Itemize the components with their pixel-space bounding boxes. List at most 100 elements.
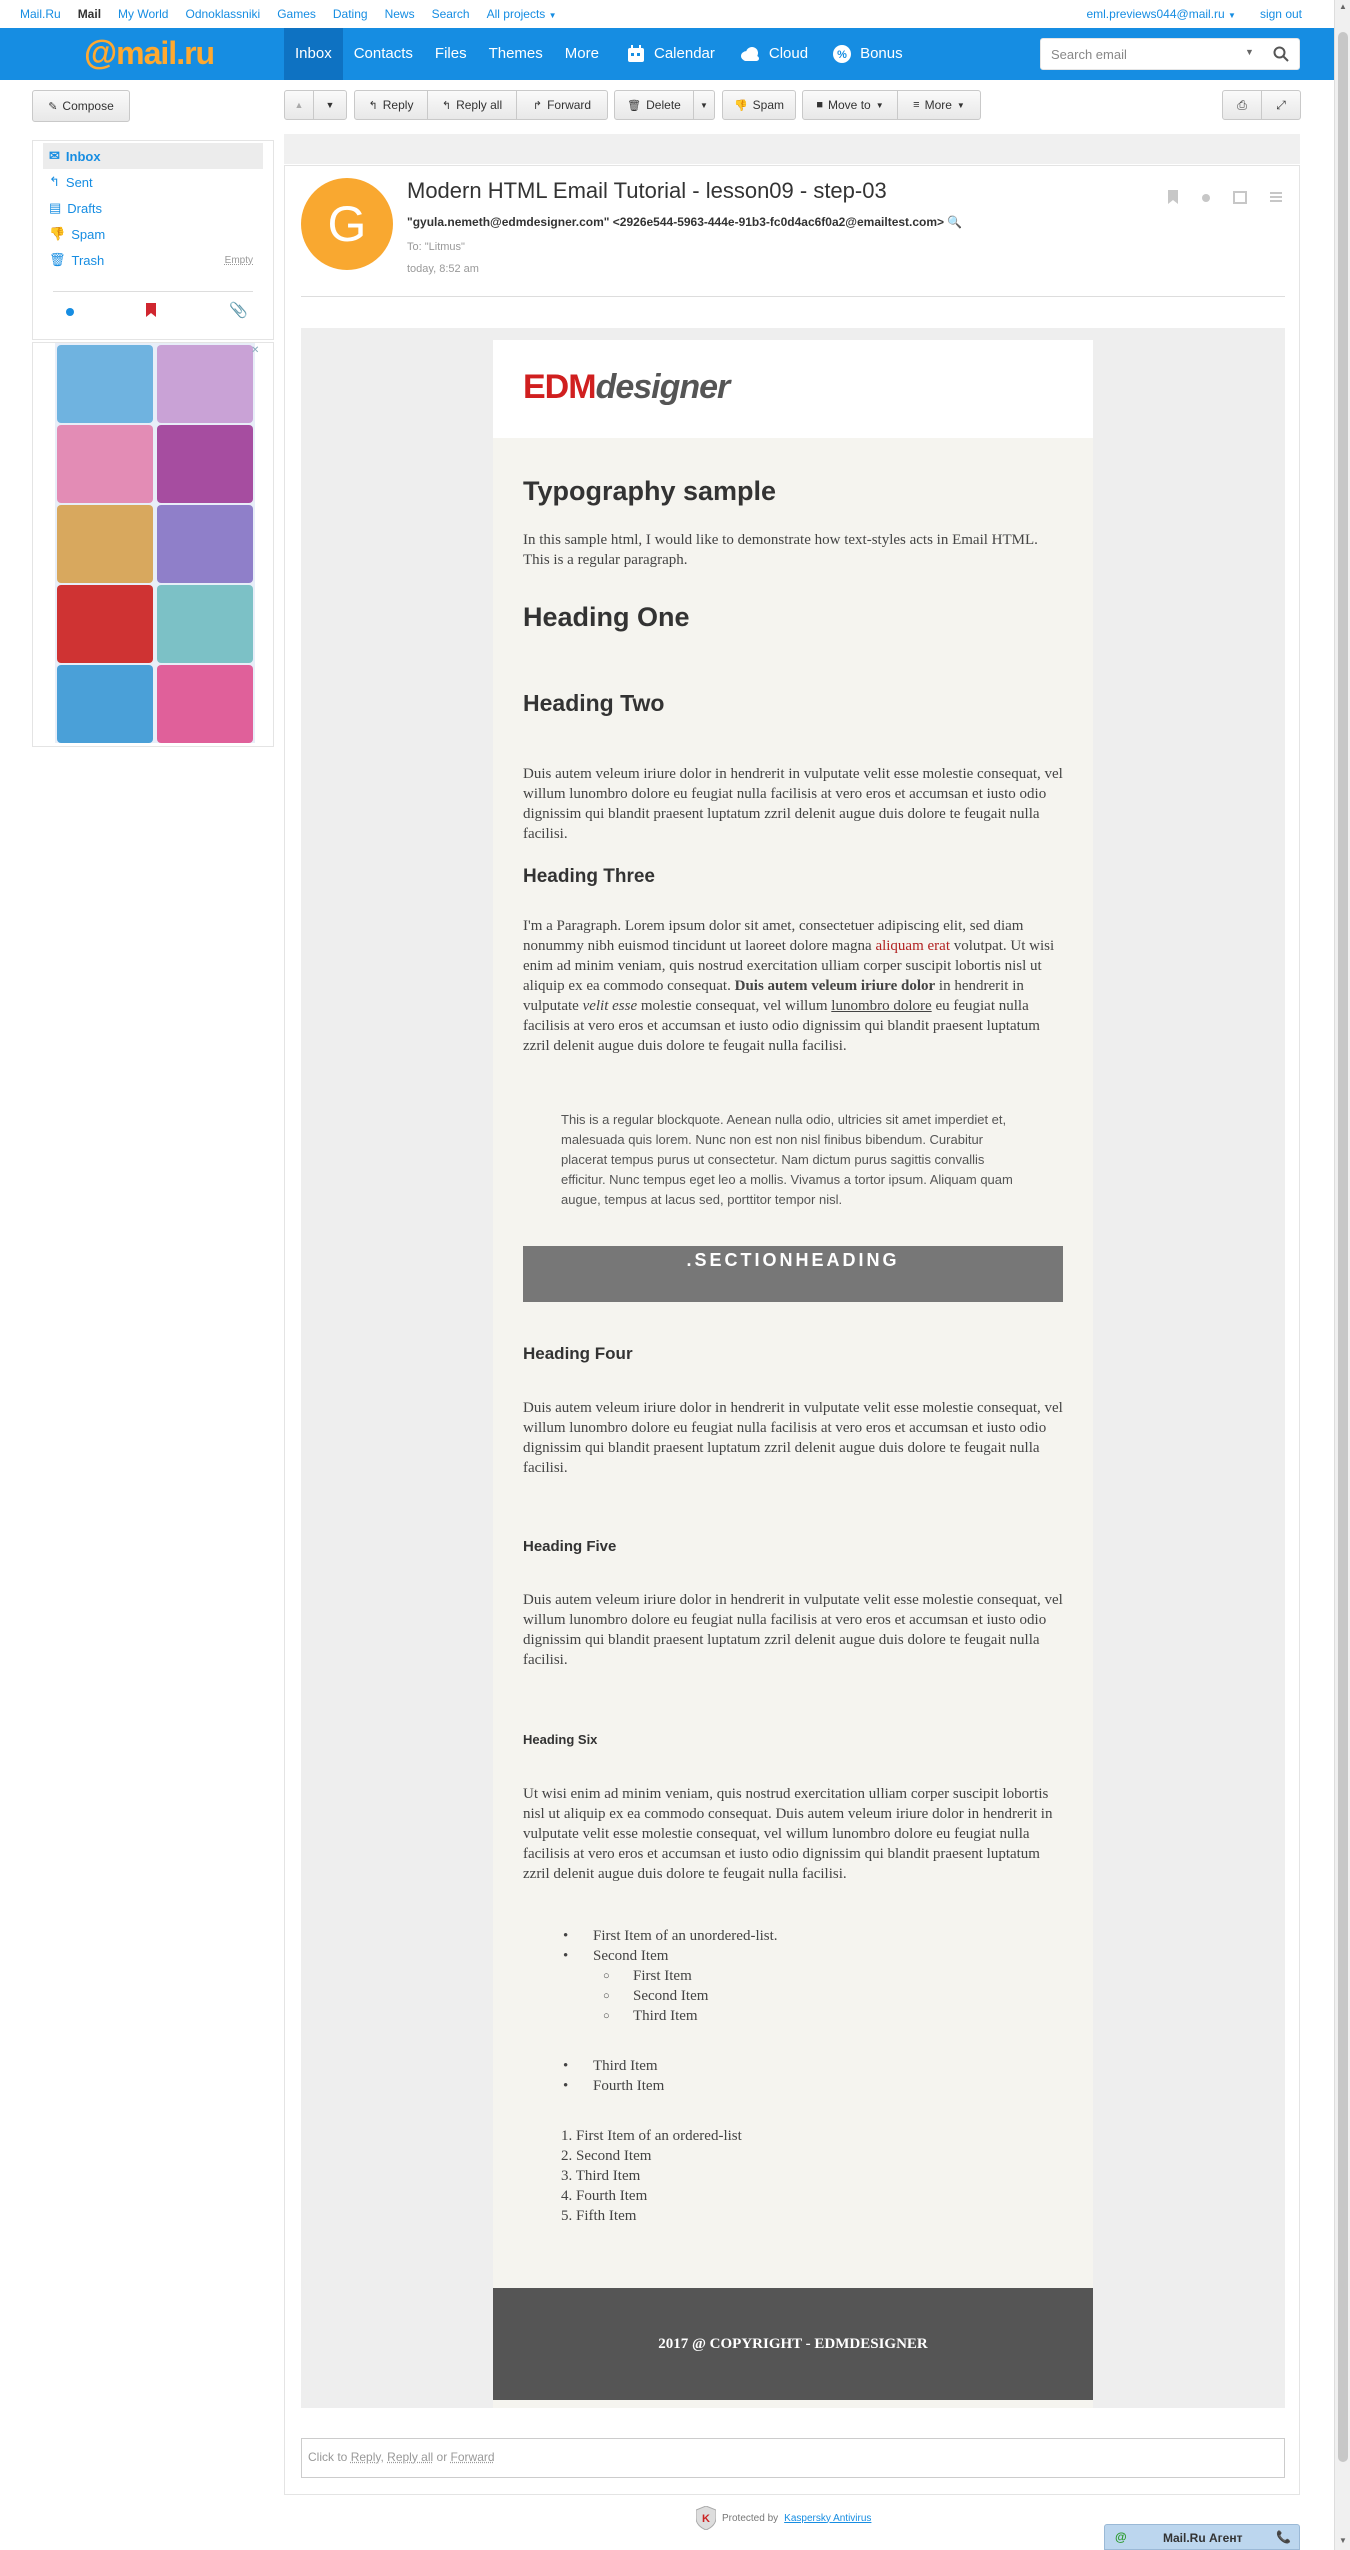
ad-tile: [157, 665, 253, 743]
paragraph-4: Duis autem veleum iriure dolor in hendre…: [523, 1592, 1063, 1668]
nav-inbox[interactable]: Inbox: [284, 28, 343, 80]
quick-forward-link[interactable]: Forward: [451, 2450, 495, 2464]
delete-dropdown[interactable]: ▼: [693, 90, 715, 120]
nav-calendar[interactable]: Calendar: [626, 28, 715, 80]
portal-link-games[interactable]: Games: [277, 7, 316, 21]
bonus-icon: %: [833, 45, 852, 63]
ad-banner[interactable]: ✕: [32, 342, 274, 747]
empty-trash-link[interactable]: Empty: [225, 255, 253, 266]
ad-tile: [157, 425, 253, 503]
ad-close-icon[interactable]: ✕: [251, 345, 259, 356]
reply-label: Reply: [382, 98, 414, 112]
ad-tile: [157, 505, 253, 583]
portal-link-mailru[interactable]: Mail.Ru: [20, 7, 61, 21]
scroll-down-icon[interactable]: ▼: [1339, 2536, 1347, 2545]
folder-inbox-label: Inbox: [65, 148, 101, 164]
filter-flagged-icon[interactable]: [145, 303, 157, 320]
folder-panel: ✉ Inbox ↰ Sent ▤ Drafts 👎 Spam 🗑 Trash Empty 📎: [32, 140, 274, 340]
folder-inbox[interactable]: ✉ Inbox: [43, 143, 263, 169]
scrollbar-thumb[interactable]: [1338, 32, 1348, 2462]
more-button[interactable]: ≡ More ▼: [897, 90, 981, 120]
folder-drafts-label: Drafts: [67, 200, 102, 216]
divider: [301, 296, 1285, 297]
next-message-button[interactable]: ▼: [313, 90, 347, 120]
trash-icon: 🗑: [49, 252, 66, 267]
menu-icon[interactable]: [1269, 190, 1283, 207]
nav-more[interactable]: More: [554, 28, 610, 80]
portal-link-odnoklassniki[interactable]: Odnoklassniki: [185, 7, 260, 21]
menu-icon: ≡: [913, 99, 920, 111]
filter-attachment-icon[interactable]: 📎: [229, 301, 248, 319]
compose-label: Compose: [62, 99, 114, 113]
page-scrollbar[interactable]: ▲ ▼: [1334, 0, 1350, 2550]
reply-button[interactable]: ↰ Reply: [354, 90, 428, 120]
search-options-icon[interactable]: ▼: [1245, 47, 1254, 57]
folder-trash[interactable]: 🗑 Trash Empty: [43, 247, 263, 273]
games-ad-image[interactable]: [55, 343, 255, 743]
nav-contacts[interactable]: Contacts: [343, 28, 424, 80]
ul-nested-item-2: Second Item: [633, 1988, 709, 2004]
portal-link-mail[interactable]: Mail: [78, 7, 101, 21]
quick-reply-box[interactable]: Click to Reply, Reply all or Forward: [301, 2438, 1285, 2478]
forward-button[interactable]: ↱ Forward: [516, 90, 608, 120]
flag-icon[interactable]: [1167, 190, 1179, 207]
portal-link-dating[interactable]: Dating: [333, 7, 368, 21]
unread-dot-icon[interactable]: [1201, 190, 1211, 207]
ol-item-5: 5. Fifth Item: [561, 2208, 637, 2224]
p2-text-d: molestie consequat, vel willum: [637, 998, 832, 1014]
p2-bold: Duis autem veleum iriure dolor: [734, 978, 936, 994]
ad-tile: [57, 585, 153, 663]
search-icon[interactable]: [1273, 46, 1289, 65]
nav-files[interactable]: Files: [424, 28, 478, 80]
portal-link-all-projects[interactable]: All projects ▼: [487, 7, 557, 21]
folder-spam-label: Spam: [71, 226, 106, 242]
folder-trash-label: Trash: [71, 252, 105, 268]
heading-one: Heading One: [523, 602, 690, 632]
compose-button[interactable]: ✎ Compose: [32, 90, 130, 122]
caret-down-icon: ▼: [548, 11, 557, 20]
list-bullet: •: [563, 1948, 569, 1964]
phone-icon[interactable]: 📞: [1276, 2530, 1291, 2544]
calendar-add-icon[interactable]: [1233, 190, 1247, 207]
nav-bonus[interactable]: % Bonus: [832, 28, 903, 80]
quick-reply-all-link[interactable]: Reply all: [387, 2450, 433, 2464]
filter-unread-icon[interactable]: [65, 305, 75, 320]
delete-button[interactable]: 🗑 Delete: [614, 90, 694, 120]
edmdesigner-logo[interactable]: EDMdesigner: [523, 368, 731, 407]
nav-cloud[interactable]: Cloud: [739, 28, 808, 80]
nav-themes[interactable]: Themes: [478, 28, 554, 80]
nav-calendar-label: Calendar: [654, 45, 715, 62]
portal-link-search[interactable]: Search: [432, 7, 470, 21]
mailru-agent-bar[interactable]: @ Mail.Ru Агент 📞: [1104, 2524, 1300, 2550]
portal-link-myworld[interactable]: My World: [118, 7, 168, 21]
folder-sent[interactable]: ↰ Sent: [43, 169, 263, 195]
user-email-menu[interactable]: eml.previews044@mail.ru ▼: [1086, 7, 1236, 21]
mailru-logo[interactable]: @mail.ru: [84, 34, 215, 73]
kaspersky-link[interactable]: Kaspersky Antivirus: [784, 2513, 871, 2524]
quick-reply-link[interactable]: Reply: [351, 2450, 381, 2464]
print-button[interactable]: ⎙: [1222, 90, 1262, 120]
fullscreen-button[interactable]: ⤢: [1261, 90, 1301, 120]
folder-spam[interactable]: 👎 Spam: [43, 221, 263, 247]
folder-drafts[interactable]: ▤ Drafts: [43, 195, 263, 221]
ad-tile: [57, 505, 153, 583]
nav-cloud-label: Cloud: [768, 45, 809, 62]
search-input[interactable]: [1051, 47, 1231, 62]
reply-all-button[interactable]: ↰ Reply all: [427, 90, 517, 120]
message-from[interactable]: "gyula.nemeth@edmdesigner.com" <2926e544…: [407, 215, 962, 229]
prev-message-button[interactable]: ▲: [284, 90, 314, 120]
forward-label: Forward: [547, 98, 592, 112]
ad-tile: [57, 345, 153, 423]
caret-down-icon: ▼: [1228, 11, 1236, 20]
scroll-up-icon[interactable]: ▲: [1339, 2, 1347, 11]
portal-link-news[interactable]: News: [385, 7, 415, 21]
logo-part-designer: designer: [595, 368, 731, 406]
ad-tile: [157, 585, 253, 663]
heading-three: Heading Three: [523, 866, 655, 887]
signout-link[interactable]: sign out: [1260, 7, 1302, 21]
print-icon: ⎙: [1237, 97, 1247, 112]
spam-button[interactable]: 👎 Spam: [722, 90, 796, 120]
move-to-button[interactable]: ■ Move to ▼: [802, 90, 898, 120]
inline-link[interactable]: aliquam erat: [875, 938, 950, 954]
search-icon[interactable]: 🔍: [947, 215, 962, 229]
